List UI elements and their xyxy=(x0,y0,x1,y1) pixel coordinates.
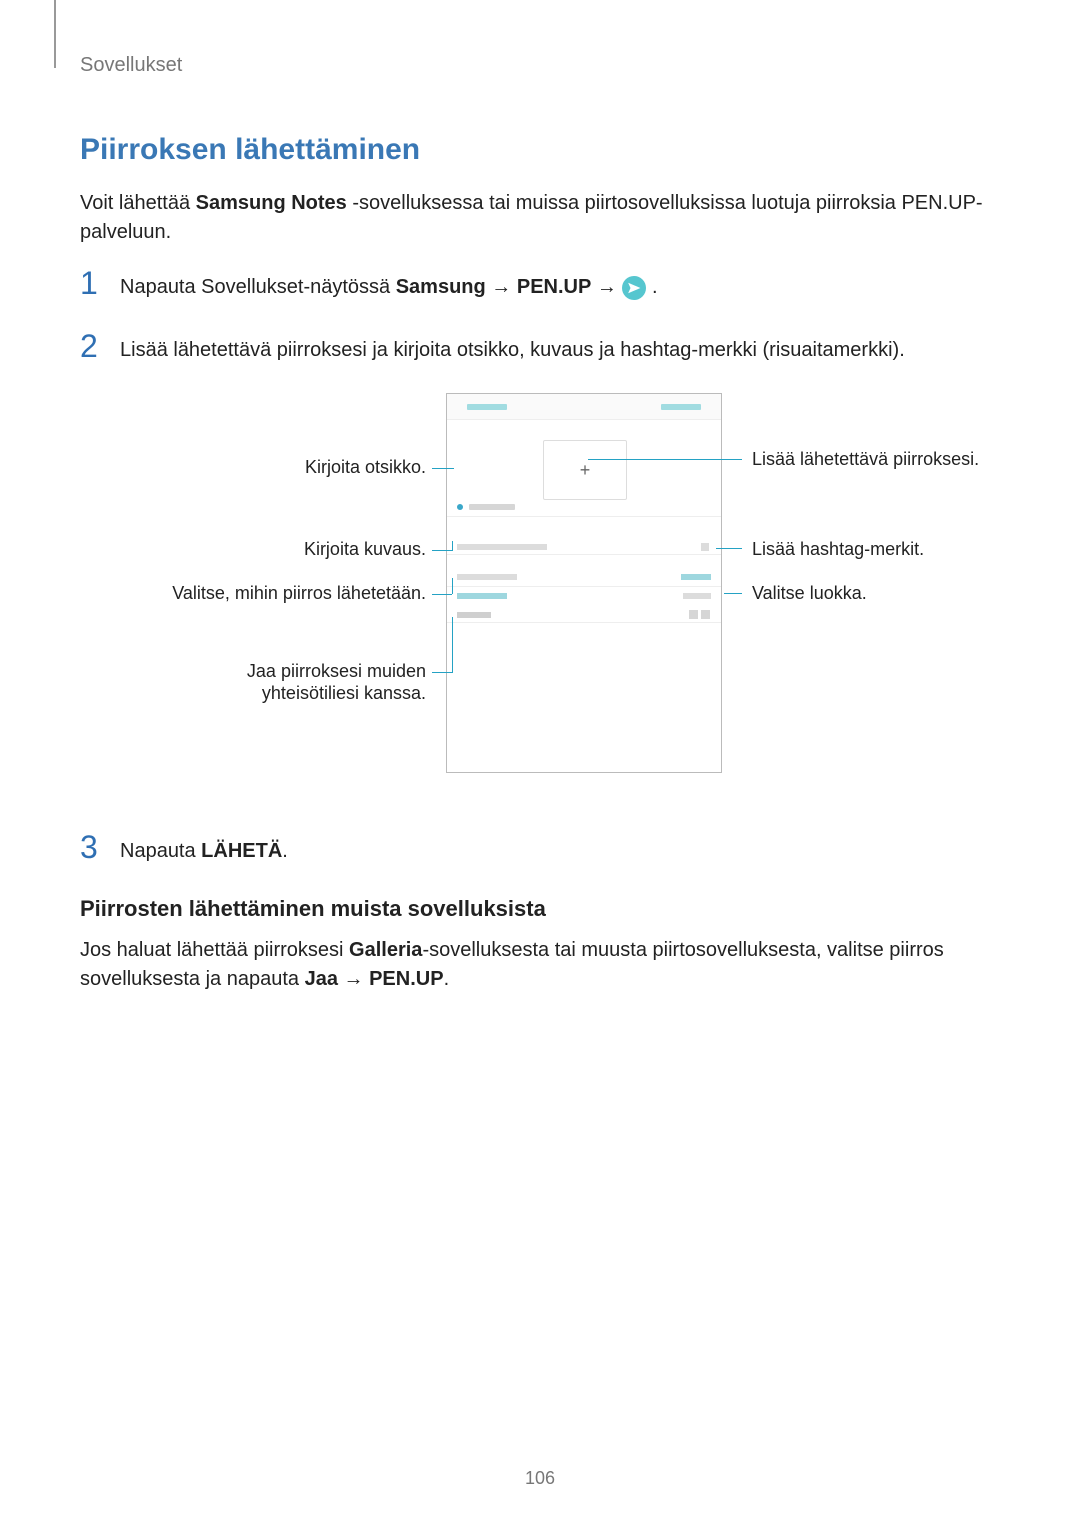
header-rule xyxy=(54,0,56,68)
callout-figure: + Kirjoita otsikko. Kirjoita kuvaus. Val… xyxy=(80,393,1000,813)
sub-pre: Jos haluat lähettää piirroksesi xyxy=(80,939,349,961)
line-share-h xyxy=(432,672,452,673)
section-header: Sovellukset xyxy=(80,54,1000,77)
subsection-paragraph: Jos haluat lähettää piirroksesi Galleria… xyxy=(80,936,1000,994)
line-add xyxy=(588,459,742,460)
step-1-number: 1 xyxy=(80,267,104,299)
s1-arrow2: → xyxy=(591,276,622,298)
phone-mock: + xyxy=(446,393,722,773)
callout-title: Kirjoita otsikko. xyxy=(80,457,426,478)
step-3: 3 Napauta LÄHETÄ. xyxy=(80,831,1000,866)
topbar-right xyxy=(661,404,701,410)
title-dot xyxy=(457,504,463,510)
phone-topbar xyxy=(447,394,721,420)
manual-page: Sovellukset Piirroksen lähettäminen Voit… xyxy=(0,0,1080,1527)
plus-icon: + xyxy=(580,460,591,481)
sep-3 xyxy=(447,586,721,587)
sub-b1: Galleria xyxy=(349,939,422,961)
step-2-text: Lisää lähetettävä piirroksesi ja kirjoit… xyxy=(120,330,905,365)
sub-arrow: → xyxy=(338,968,369,990)
s1-arrow1: → xyxy=(486,276,517,298)
s1-pre: Napauta Sovellukset-näytössä xyxy=(120,276,396,298)
s1-b1: Samsung xyxy=(396,276,486,298)
share-ic-1 xyxy=(689,610,698,619)
step-3-number: 3 xyxy=(80,831,104,863)
line-share-v xyxy=(452,617,453,673)
s3-pre: Napauta xyxy=(120,840,201,862)
line-coll-h xyxy=(432,594,452,595)
desc-placeholder xyxy=(457,544,547,550)
callout-hashtag: Lisää hashtag-merkit. xyxy=(752,539,924,560)
line-hash xyxy=(716,548,742,549)
coll-l2 xyxy=(457,593,507,599)
step-2: 2 Lisää lähetettävä piirroksesi ja kirjo… xyxy=(80,330,1000,365)
callout-add: Lisää lähetettävä piirroksesi. xyxy=(752,449,979,470)
share-icons xyxy=(689,610,711,620)
s3-bold: LÄHETÄ xyxy=(201,840,282,862)
share-label xyxy=(457,612,491,618)
coll-l1 xyxy=(457,574,517,580)
callout-collection: Valitse, mihin piirros lähetetään. xyxy=(80,583,426,604)
share-ic-2 xyxy=(701,610,710,619)
step-1-text: Napauta Sovellukset-näytössä Samsung → P… xyxy=(120,267,658,302)
line-desc-v xyxy=(452,541,453,551)
s1-b2: PEN.UP xyxy=(517,276,591,298)
sep-4 xyxy=(447,622,721,623)
line-title xyxy=(432,468,454,469)
line-coll-v xyxy=(452,578,453,594)
step-3-text: Napauta LÄHETÄ. xyxy=(120,831,288,866)
step-2-number: 2 xyxy=(80,330,104,362)
sub-b2: Jaa xyxy=(305,968,338,990)
add-drawing-box: + xyxy=(543,440,627,500)
hashtag-pen-icon xyxy=(701,543,709,551)
callout-share-1: Jaa piirroksesi muiden xyxy=(80,661,426,682)
pen-send-icon xyxy=(622,276,646,300)
title-placeholder xyxy=(469,504,515,510)
s1-post: . xyxy=(646,276,657,298)
sep-1 xyxy=(447,516,721,517)
coll-r1 xyxy=(681,574,711,580)
intro-pre: Voit lähettää xyxy=(80,192,196,214)
topbar-left xyxy=(467,404,507,410)
line-cat xyxy=(724,593,742,594)
callout-desc: Kirjoita kuvaus. xyxy=(80,539,426,560)
callout-share-2: yhteisötiliesi kanssa. xyxy=(80,683,426,704)
coll-r2 xyxy=(683,593,711,599)
page-title: Piirroksen lähettäminen xyxy=(80,133,1000,167)
line-desc-h xyxy=(432,550,452,551)
callout-category: Valitse luokka. xyxy=(752,583,867,604)
step-1: 1 Napauta Sovellukset-näytössä Samsung →… xyxy=(80,267,1000,302)
sub-b3: PEN.UP xyxy=(369,968,443,990)
intro-paragraph: Voit lähettää Samsung Notes -sovellukses… xyxy=(80,189,1000,247)
paper-plane-icon xyxy=(627,281,641,295)
sep-2 xyxy=(447,554,721,555)
subsection-title: Piirrosten lähettäminen muista sovelluks… xyxy=(80,896,1000,922)
intro-bold: Samsung Notes xyxy=(196,192,347,214)
s3-post: . xyxy=(282,840,288,862)
page-number: 106 xyxy=(0,1468,1080,1489)
sub-post: . xyxy=(444,968,450,990)
